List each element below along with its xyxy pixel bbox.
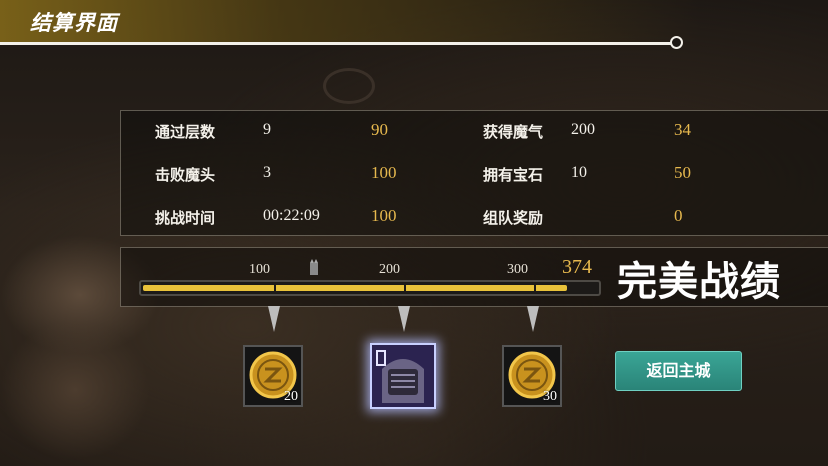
rank-title: 完美战绩 xyxy=(617,258,781,305)
stat-score: 100 xyxy=(371,206,397,225)
stat-label: 通过层数 xyxy=(155,123,216,141)
return-to-city-button[interactable]: 返回主城 xyxy=(615,351,742,391)
score-progress-fill xyxy=(143,285,567,291)
page-title: 结算界面 xyxy=(30,10,118,35)
reward-count: 30 xyxy=(543,389,557,404)
stat-value: 200 xyxy=(571,121,595,138)
current-position-marker-icon xyxy=(310,259,318,275)
background-ring xyxy=(323,68,375,104)
progress-segment-divider xyxy=(534,284,536,292)
reward-pointer xyxy=(268,306,280,332)
progress-segment-divider xyxy=(404,284,406,292)
progress-tick-label: 200 xyxy=(379,262,400,277)
title-underline-end xyxy=(670,36,683,49)
stat-label: 获得魔气 xyxy=(483,123,544,141)
stat-value: 3 xyxy=(263,164,271,181)
progress-tick-label: 100 xyxy=(249,262,270,277)
score-progress-bar xyxy=(139,280,601,296)
progress-segment-divider xyxy=(274,284,276,292)
stat-score: 100 xyxy=(371,163,397,182)
reward-slot[interactable]: 30 xyxy=(502,345,562,407)
stat-score: 50 xyxy=(674,163,691,182)
stat-label: 组队奖励 xyxy=(483,209,544,227)
reward-pointer xyxy=(398,306,410,332)
reward-slot-selected[interactable] xyxy=(370,343,436,409)
title-underline xyxy=(0,42,672,45)
progress-tick-label: 300 xyxy=(507,262,528,277)
background-rock xyxy=(0,320,150,460)
reward-slot[interactable]: 20 xyxy=(243,345,303,407)
reward-pointer xyxy=(527,306,539,332)
stat-label: 拥有宝石 xyxy=(483,166,544,184)
stat-value: 9 xyxy=(263,121,271,138)
stat-value: 10 xyxy=(571,164,587,181)
stat-label: 挑战时间 xyxy=(155,209,216,227)
total-score: 374 xyxy=(562,256,592,278)
stat-score: 34 xyxy=(674,120,691,139)
reward-count: 20 xyxy=(284,389,298,404)
stat-label: 击败魔头 xyxy=(155,166,216,184)
stat-value: 00:22:09 xyxy=(263,207,320,224)
stat-score: 0 xyxy=(674,206,683,225)
armored-helmet-icon xyxy=(376,350,424,403)
stat-score: 90 xyxy=(371,120,388,139)
stats-panel xyxy=(120,110,828,236)
